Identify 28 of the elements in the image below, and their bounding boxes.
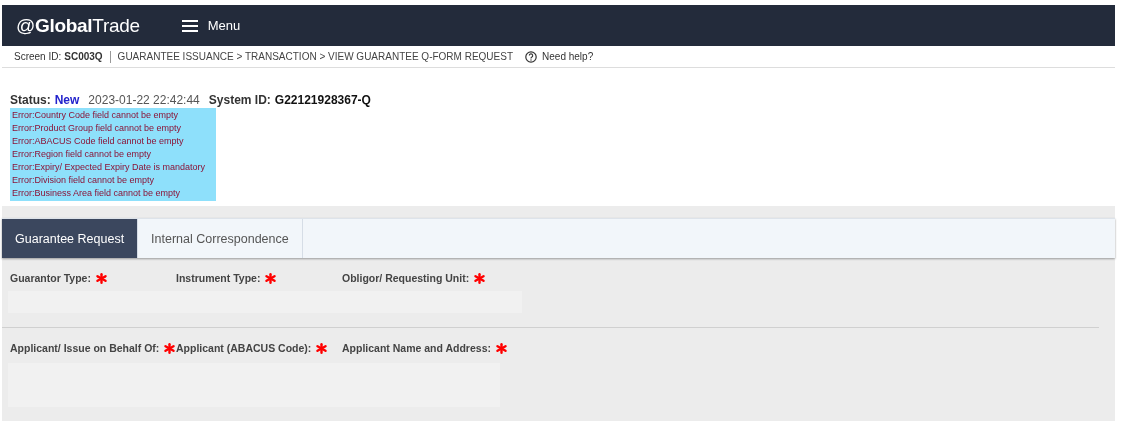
error-message: Error:Region field cannot be empty [12, 148, 153, 161]
system-id-label: System ID: [208, 93, 271, 107]
screen-id-label: Screen ID: [14, 51, 62, 62]
error-message: Error:Business Area field cannot be empty [12, 187, 182, 200]
error-message: Error:ABACUS Code field cannot be empty [12, 135, 185, 148]
error-message: Error:Country Code field cannot be empty [12, 109, 180, 122]
field-label: Applicant (ABACUS Code): [176, 342, 312, 354]
logo[interactable]: @GlobalTrade [16, 14, 140, 37]
timestamp: 2023-01-22 22:42:44 [88, 93, 200, 107]
error-message: Error:Product Group field cannot be empty [12, 122, 183, 135]
field-label: Instrument Type: [176, 272, 261, 284]
help-icon [525, 50, 538, 63]
breadcrumb-path: GUARANTEE ISSUANCE > TRANSACTION > VIEW GUARANTEE Q-FORM REQUEST [117, 51, 514, 62]
field-label: Applicant Name and Address: [342, 342, 491, 354]
field-label: Guarantor Type: [10, 272, 91, 284]
tab[interactable]: Internal Correspondence [138, 219, 303, 258]
error-message: Error:Division field cannot be empty [12, 174, 156, 187]
help-link[interactable]: Need help? [525, 50, 594, 63]
field-label: Applicant/ Issue on Behalf Of: [10, 342, 160, 354]
tab[interactable]: Guarantee Request [2, 219, 139, 258]
status-label: Status: [10, 93, 51, 107]
status-value: New [54, 93, 80, 107]
field-label: Obligor/ Requesting Unit: [342, 272, 470, 284]
error-message: Error:Expiry/ Expected Expiry Date is mandatory [12, 161, 207, 174]
screen-id: SC003Q [64, 51, 103, 62]
system-id: G22121928367-Q [274, 93, 371, 107]
menu-button[interactable]: Menu [181, 16, 241, 35]
menu-icon [181, 18, 198, 33]
